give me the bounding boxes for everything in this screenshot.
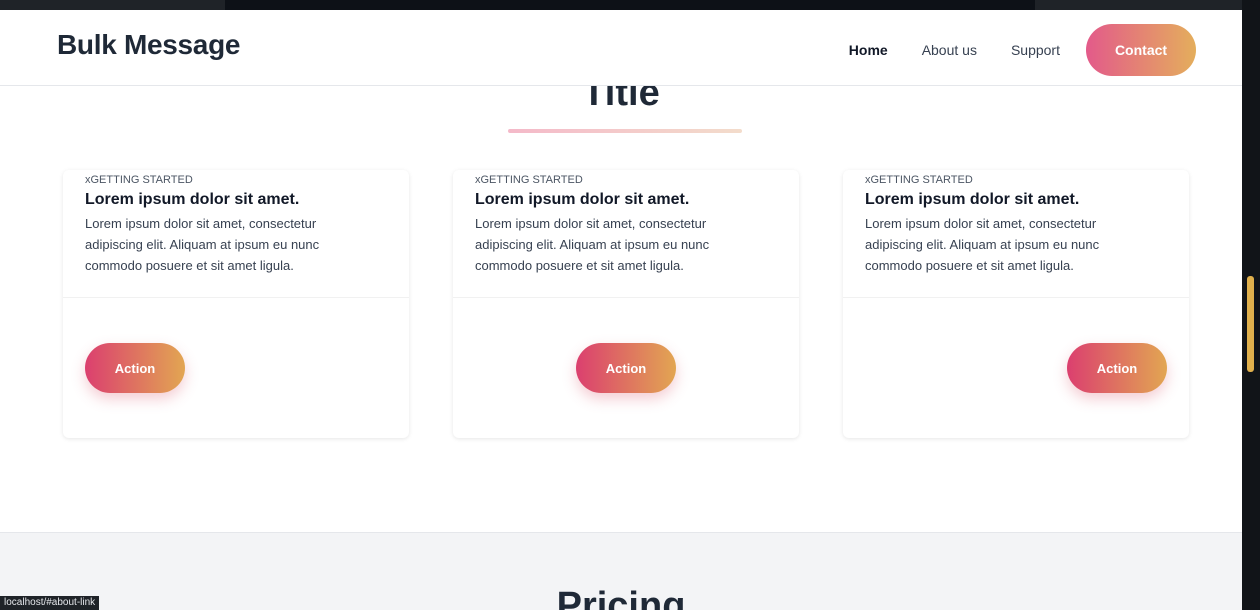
scrollbar-thumb[interactable] <box>1247 276 1254 372</box>
card-action-button[interactable]: Action <box>1067 343 1167 393</box>
browser-top-strip-inner <box>225 0 1035 10</box>
card-title: Lorem ipsum dolor sit amet. <box>475 191 690 208</box>
status-bar-url: localhost/#about-link <box>0 596 100 610</box>
scrollbar[interactable] <box>1242 0 1260 610</box>
card-body: xGETTING STARTED Lorem ipsum dolor sit a… <box>453 170 799 298</box>
feature-card: xGETTING STARTED Lorem ipsum dolor sit a… <box>843 170 1189 438</box>
card-body: xGETTING STARTED Lorem ipsum dolor sit a… <box>843 170 1189 298</box>
card-action-button[interactable]: Action <box>85 343 185 393</box>
card-action-button[interactable]: Action <box>576 343 676 393</box>
feature-card: xGETTING STARTED Lorem ipsum dolor sit a… <box>63 170 409 438</box>
navbar: Bulk Message Home About us Support Conta… <box>0 10 1242 86</box>
nav-link-support[interactable]: Support <box>1011 42 1060 58</box>
browser-top-strip <box>0 0 1242 10</box>
pricing-title: Pricing <box>556 585 686 610</box>
card-kicker: xGETTING STARTED <box>85 174 193 186</box>
title-underline <box>508 129 742 133</box>
card-title: Lorem ipsum dolor sit amet. <box>865 191 1080 208</box>
nav-link-about[interactable]: About us <box>922 42 977 58</box>
nav-link-home[interactable]: Home <box>849 42 888 58</box>
card-text: Lorem ipsum dolor sit amet, consectetur … <box>85 216 320 273</box>
card-title: Lorem ipsum dolor sit amet. <box>85 191 300 208</box>
card-kicker: xGETTING STARTED <box>475 174 583 186</box>
card-text: Lorem ipsum dolor sit amet, consectetur … <box>475 216 710 273</box>
pricing-section: Pricing <box>0 532 1242 610</box>
brand-logo[interactable]: Bulk Message <box>57 29 240 61</box>
feature-card: xGETTING STARTED Lorem ipsum dolor sit a… <box>453 170 799 438</box>
main-nav: Home About us Support Contact <box>849 24 1196 76</box>
card-text: Lorem ipsum dolor sit amet, consectetur … <box>865 216 1100 273</box>
contact-button[interactable]: Contact <box>1086 24 1196 76</box>
card-body: xGETTING STARTED Lorem ipsum dolor sit a… <box>63 170 409 298</box>
page: Bulk Message Home About us Support Conta… <box>0 10 1242 610</box>
card-kicker: xGETTING STARTED <box>865 174 973 186</box>
